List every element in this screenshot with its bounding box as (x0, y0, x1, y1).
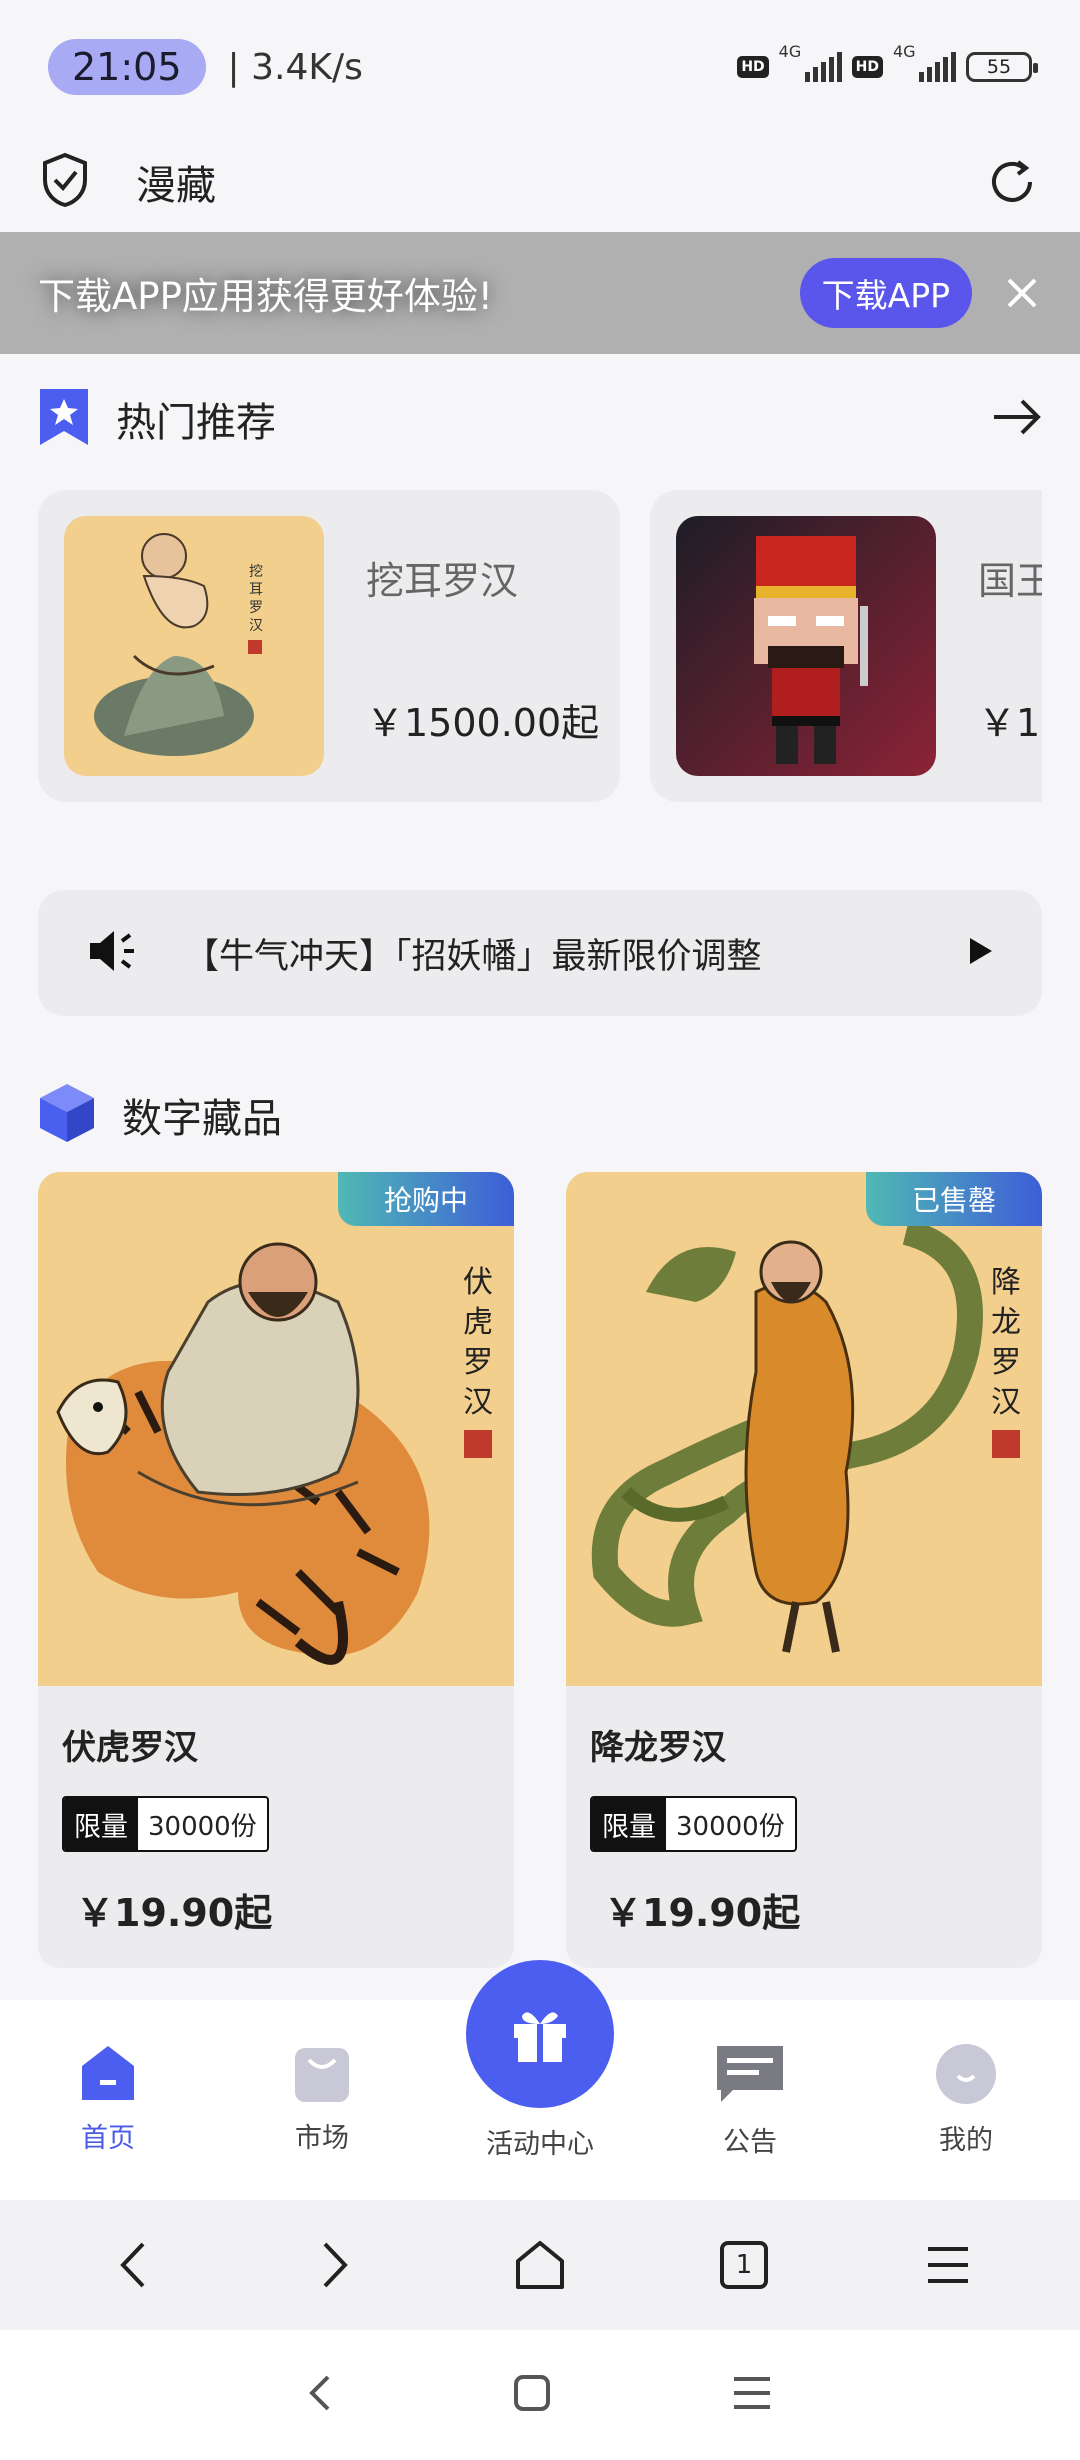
download-app-button[interactable]: 下载APP (799, 258, 972, 328)
network-speed: | 3.4K/s (227, 46, 363, 88)
browser-home-icon (516, 2241, 564, 2289)
battery-icon: 55 (966, 52, 1038, 82)
item-name: 降龙罗汉 (590, 1728, 726, 1768)
svg-text:罗: 罗 (249, 600, 263, 616)
hot-card[interactable]: 国王 ￥10 (650, 490, 1042, 802)
status-bar: 21:05 | 3.4K/s HD 4G HD 4G 55 (0, 0, 1080, 134)
svg-text:罗: 罗 (463, 1345, 493, 1380)
forward-button[interactable] (296, 2225, 376, 2305)
item-name: 伏虎罗汉 (62, 1728, 198, 1768)
item-limit-tag: 限量 30000份 (62, 1796, 269, 1852)
svg-text:耳: 耳 (249, 582, 263, 598)
gift-icon (514, 2012, 566, 2062)
hot-card-name: 国王 (978, 559, 1042, 603)
hd-icon: HD (851, 56, 883, 78)
hot-card-image-arhat: 挖 耳 罗 汉 (64, 516, 324, 776)
system-back-button[interactable] (308, 2373, 332, 2417)
forward-icon (323, 2242, 348, 2288)
item-status-badge: 已售罄 (866, 1172, 1042, 1226)
item-image-tiger: 伏 虎 罗 汉 抢购中 (38, 1172, 514, 1686)
banner-close-button[interactable] (1002, 273, 1042, 313)
svg-text:降: 降 (991, 1265, 1021, 1300)
play-icon[interactable] (968, 936, 994, 970)
banner-text: 下载APP应用获得更好体验! (38, 275, 493, 318)
status-time: 21:05 (48, 39, 206, 95)
download-banner: 下载APP应用获得更好体验! 下载APP (0, 232, 1080, 354)
browser-home-button[interactable] (500, 2225, 580, 2305)
shield-check-icon (40, 152, 90, 212)
back-icon (120, 2242, 145, 2288)
activity-center-button[interactable] (466, 1960, 614, 2108)
bag-icon (295, 2048, 349, 2102)
svg-text:挖: 挖 (249, 564, 263, 580)
close-icon (1007, 278, 1037, 308)
digital-item-card[interactable]: 降 龙 罗 汉 已售罄 降龙罗汉 限量 30000份 ￥19.90起 (566, 1172, 1042, 1968)
arrow-right-icon (994, 399, 1041, 435)
svg-text:罗: 罗 (991, 1345, 1021, 1380)
system-menu-button[interactable] (732, 2375, 772, 2415)
cube-icon (38, 1082, 96, 1148)
digital-section-header: 数字藏品 (38, 1080, 1042, 1150)
refresh-icon (992, 160, 1032, 202)
app-screen: 21:05 | 3.4K/s HD 4G HD 4G 55 漫藏 下载APP应用… (0, 0, 1080, 2460)
svg-text:汉: 汉 (991, 1385, 1021, 1420)
back-button[interactable] (92, 2225, 172, 2305)
item-price: ￥19.90起 (604, 1891, 801, 1935)
svg-text:伏: 伏 (463, 1265, 493, 1300)
bottom-tab-bar: 首页 市场 活动中心 公告 我的 (0, 1960, 1080, 2200)
system-home-button[interactable] (512, 2373, 552, 2417)
notice-text: 【牛气冲天】「招妖幡」最新限价调整 (184, 936, 762, 977)
tab-announcement[interactable]: 公告 (680, 2042, 820, 2159)
hot-card-list: 挖 耳 罗 汉 挖耳罗汉 ￥1500.00起 国王 ￥1 (38, 490, 1042, 802)
item-price: ￥19.90起 (76, 1891, 273, 1935)
home-icon (82, 2046, 134, 2100)
hot-card-price: ￥10 (978, 701, 1042, 745)
hot-more-button[interactable] (992, 397, 1042, 441)
system-navigation-bar (0, 2330, 1080, 2460)
svg-text:汉: 汉 (249, 618, 263, 634)
menu-icon (734, 2377, 770, 2409)
avatar-icon (936, 2044, 996, 2104)
digital-item-card[interactable]: 伏 虎 罗 汉 抢购中 伏虎罗汉 限量 30000份 ￥19.90起 (38, 1172, 514, 1968)
hot-card-name: 挖耳罗汉 (366, 559, 519, 603)
tab-activity-label[interactable]: 活动中心 (440, 2122, 640, 2161)
browser-toolbar: 1 (0, 2200, 1080, 2330)
hot-section-header: 热门推荐 (38, 384, 1042, 454)
menu-icon (928, 2247, 968, 2283)
hd-icon: HD (737, 56, 769, 78)
signal-icon: 4G (779, 42, 842, 82)
tabs-icon: 1 (720, 2241, 768, 2289)
digital-item-grid: 伏 虎 罗 汉 抢购中 伏虎罗汉 限量 30000份 ￥19.90起 降 龙 罗… (38, 1172, 1042, 1968)
svg-text:虎: 虎 (463, 1305, 493, 1340)
hot-card-image-nutcracker (676, 516, 936, 776)
tab-mine[interactable]: 我的 (896, 2042, 1036, 2157)
notice-bar[interactable]: 【牛气冲天】「招妖幡」最新限价调整 (38, 890, 1042, 1016)
status-icons: HD 4G HD 4G 55 (737, 42, 1038, 82)
hot-card-price: ￥1500.00起 (366, 701, 600, 745)
speaker-icon (86, 923, 142, 983)
tab-market[interactable]: 市场 (252, 2042, 392, 2155)
square-icon (514, 2375, 550, 2411)
item-image-dragon: 降 龙 罗 汉 已售罄 (566, 1172, 1042, 1686)
refresh-button[interactable] (984, 154, 1040, 210)
message-icon (717, 2046, 783, 2102)
digital-section-title: 数字藏品 (122, 1096, 282, 1142)
signal-icon: 4G (893, 42, 956, 82)
page-title: 漫藏 (136, 163, 216, 209)
svg-text:汉: 汉 (463, 1385, 493, 1420)
bookmark-star-icon (38, 387, 90, 451)
title-bar: 漫藏 (0, 134, 1080, 230)
item-limit-tag: 限量 30000份 (590, 1796, 797, 1852)
tab-home[interactable]: 首页 (38, 2042, 178, 2155)
hot-section-title: 热门推荐 (116, 400, 276, 446)
tabs-button[interactable]: 1 (704, 2225, 784, 2305)
menu-button[interactable] (908, 2225, 988, 2305)
svg-text:龙: 龙 (991, 1305, 1021, 1340)
hot-card[interactable]: 挖 耳 罗 汉 挖耳罗汉 ￥1500.00起 (38, 490, 620, 802)
back-icon (309, 2375, 330, 2411)
item-status-badge: 抢购中 (338, 1172, 514, 1226)
